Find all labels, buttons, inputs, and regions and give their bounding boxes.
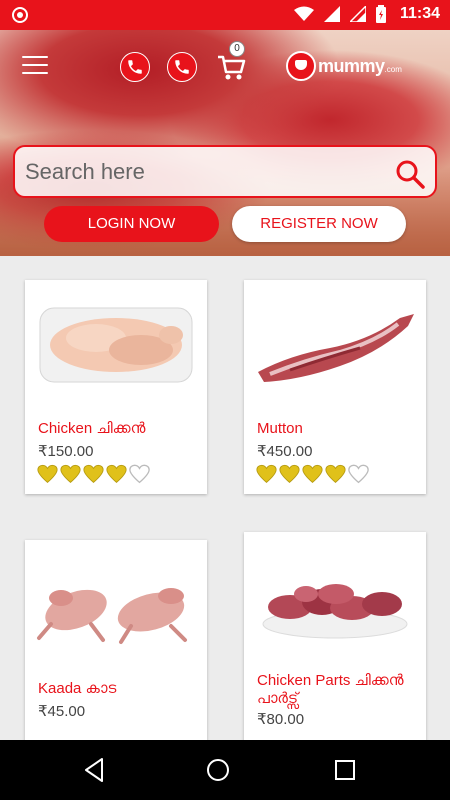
heart-icon (325, 464, 346, 483)
menu-button[interactable] (22, 56, 48, 76)
product-card[interactable]: Kaada കാട ₹45.00 (25, 540, 207, 740)
menu-icon (22, 56, 48, 58)
product-image-kaada (25, 540, 207, 670)
cart-count-badge: 0 (229, 41, 245, 57)
app-logo: mummy .com (286, 51, 402, 81)
cart-icon (218, 55, 246, 80)
signal-icon (323, 6, 340, 22)
product-image-chicken-parts (244, 532, 426, 672)
system-nav-bar (0, 740, 450, 800)
product-rating (256, 464, 369, 485)
recents-button[interactable] (327, 752, 363, 788)
product-rating (37, 464, 150, 485)
product-card[interactable]: Mutton ₹450.00 (244, 280, 426, 494)
phone-icon (128, 60, 142, 74)
heart-icon (279, 464, 300, 483)
back-icon (85, 758, 103, 782)
status-icons: 11:34 (293, 5, 440, 23)
signal-icon (349, 6, 366, 22)
heart-icon (106, 464, 127, 483)
heart-icon (256, 464, 277, 483)
status-bar: 11:34 (0, 0, 450, 30)
call-button-1[interactable] (120, 52, 150, 82)
product-price: ₹150.00 (38, 443, 94, 460)
product-name: Chicken ചിക്കൻ (38, 420, 146, 437)
heart-icon (348, 464, 369, 484)
search-icon[interactable] (395, 159, 425, 189)
back-button[interactable] (76, 752, 112, 788)
heart-icon (302, 464, 323, 483)
product-grid: Chicken ചിക്കൻ ₹150.00 Mutton ₹450.00 Ka… (0, 256, 450, 740)
product-card[interactable]: Chicken Parts ചിക്കൻ പാർട്സ് ₹80.00 (244, 532, 426, 740)
home-button[interactable] (200, 752, 236, 788)
product-price: ₹80.00 (257, 711, 305, 728)
status-time: 11:34 (399, 5, 440, 22)
heart-icon (129, 464, 150, 484)
wifi-icon (293, 6, 314, 21)
product-image-mutton (244, 280, 426, 410)
product-name: Mutton (257, 420, 303, 437)
notification-icon (12, 7, 28, 23)
logo-domain: .com (384, 64, 402, 74)
product-card[interactable]: Chicken ചിക്കൻ ₹150.00 (25, 280, 207, 494)
search-bar[interactable] (13, 145, 437, 198)
product-price: ₹45.00 (38, 703, 86, 720)
logo-text: mummy (318, 55, 385, 76)
cart-button[interactable] (216, 54, 246, 82)
battery-icon (375, 5, 386, 23)
home-icon (207, 759, 229, 781)
header-banner: 0 mummy .com LOGIN NOW REGISTER NOW (0, 30, 450, 256)
search-input[interactable] (25, 156, 375, 188)
product-name: Chicken Parts ചിക്കൻ പാർട്സ് (257, 672, 404, 707)
heart-icon (37, 464, 58, 483)
heart-icon (83, 464, 104, 483)
product-price: ₹450.00 (257, 443, 313, 460)
recents-icon (335, 760, 355, 780)
register-button[interactable]: REGISTER NOW (232, 206, 406, 242)
logo-icon (286, 51, 316, 81)
call-button-2[interactable] (167, 52, 197, 82)
product-name: Kaada കാട (38, 680, 117, 697)
product-image-chicken (25, 280, 207, 410)
phone-icon (175, 60, 189, 74)
heart-icon (60, 464, 81, 483)
login-button[interactable]: LOGIN NOW (44, 206, 219, 242)
